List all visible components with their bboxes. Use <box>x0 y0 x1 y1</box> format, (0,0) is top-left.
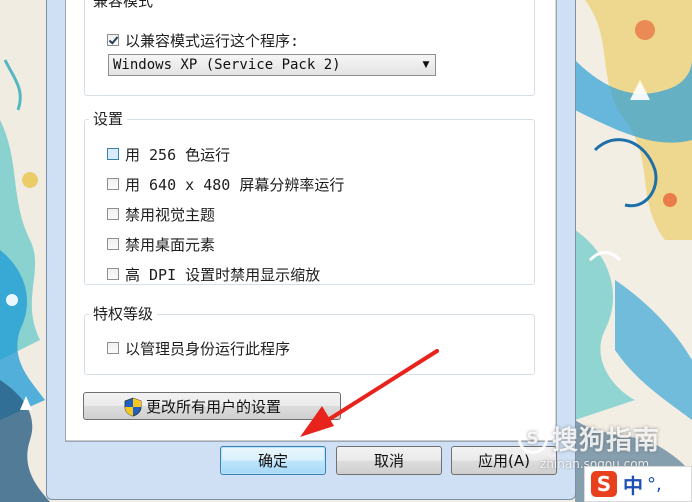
run-in-compat-option[interactable]: 以兼容模式运行这个程序: <box>107 29 299 51</box>
uac-shield-icon <box>124 397 142 417</box>
desktop-wallpaper-left <box>0 0 50 502</box>
sogou-watermark-icon: S <box>518 423 548 454</box>
ok-button[interactable]: 确定 <box>220 446 326 475</box>
compat-mode-group: 兼容模式 以兼容模式运行这个程序: Windows XP (Service Pa… <box>84 0 535 96</box>
ime-mode[interactable]: 中 <box>623 470 643 499</box>
settings-title: 设置 <box>89 109 128 129</box>
option-640x480[interactable]: 用 640 x 480 屏幕分辨率运行 <box>107 173 344 195</box>
run-as-admin-checkbox[interactable] <box>107 342 119 354</box>
option-256-colors-label: 用 256 色运行 <box>125 145 231 164</box>
option-disable-visual-themes[interactable]: 禁用视觉主题 <box>107 203 215 225</box>
cancel-button-label: 取消 <box>373 452 404 470</box>
option-disable-dpi-scaling[interactable]: 高 DPI 设置时禁用显示缩放 <box>107 263 320 285</box>
settings-group: 设置 用 256 色运行 用 640 x 480 屏幕分辨率运行 禁用视觉主题 … <box>84 109 535 285</box>
option-640x480-label: 用 640 x 480 屏幕分辨率运行 <box>125 175 345 194</box>
compat-mode-title: 兼容模式 <box>89 0 158 11</box>
watermark-brand: 搜狗指南 <box>552 426 661 456</box>
option-disable-dpi-scaling-label: 高 DPI 设置时禁用显示缩放 <box>125 265 321 284</box>
run-in-compat-checkbox[interactable] <box>107 34 119 46</box>
option-disable-desktop-composition-label: 禁用桌面元素 <box>125 235 216 254</box>
compatibility-page: 兼容模式 以兼容模式运行这个程序: Windows XP (Service Pa… <box>66 0 556 441</box>
option-disable-visual-themes-label: 禁用视觉主题 <box>125 205 216 224</box>
run-as-admin-label: 以管理员身份运行此程序 <box>125 339 291 358</box>
ok-button-label: 确定 <box>257 452 288 470</box>
change-all-users-label: 更改所有用户的设置 <box>146 397 282 416</box>
chevron-down-icon[interactable]: ▼ <box>417 60 435 70</box>
ime-punctuation[interactable]: °, <box>647 474 662 495</box>
change-all-users-button[interactable]: 更改所有用户的设置 <box>83 392 341 420</box>
option-disable-dpi-scaling-checkbox[interactable] <box>107 268 119 280</box>
option-disable-desktop-composition[interactable]: 禁用桌面元素 <box>107 233 215 255</box>
run-as-admin-option[interactable]: 以管理员身份运行此程序 <box>107 337 290 359</box>
privilege-title: 特权等级 <box>89 304 158 324</box>
ime-toolbar[interactable]: S 中 °, <box>584 466 692 502</box>
option-disable-desktop-composition-checkbox[interactable] <box>107 238 119 250</box>
properties-dialog: 兼容模式 以兼容模式运行这个程序: Windows XP (Service Pa… <box>46 0 576 500</box>
sogou-ime-icon[interactable]: S <box>591 471 617 497</box>
tab-panel: 兼容模式 以兼容模式运行这个程序: Windows XP (Service Pa… <box>65 0 557 442</box>
option-disable-visual-themes-checkbox[interactable] <box>107 208 119 220</box>
os-compat-select[interactable]: Windows XP (Service Pack 2) ▼ <box>108 54 436 76</box>
privilege-group: 特权等级 以管理员身份运行此程序 <box>84 304 535 375</box>
sogou-watermark: S 搜狗指南 <box>518 420 660 457</box>
option-640x480-checkbox[interactable] <box>107 178 119 190</box>
option-256-colors-checkbox[interactable] <box>107 148 119 160</box>
run-in-compat-label: 以兼容模式运行这个程序: <box>125 31 300 50</box>
option-256-colors[interactable]: 用 256 色运行 <box>107 143 230 165</box>
cancel-button[interactable]: 取消 <box>336 446 442 475</box>
os-compat-value: Windows XP (Service Pack 2) <box>113 57 341 73</box>
